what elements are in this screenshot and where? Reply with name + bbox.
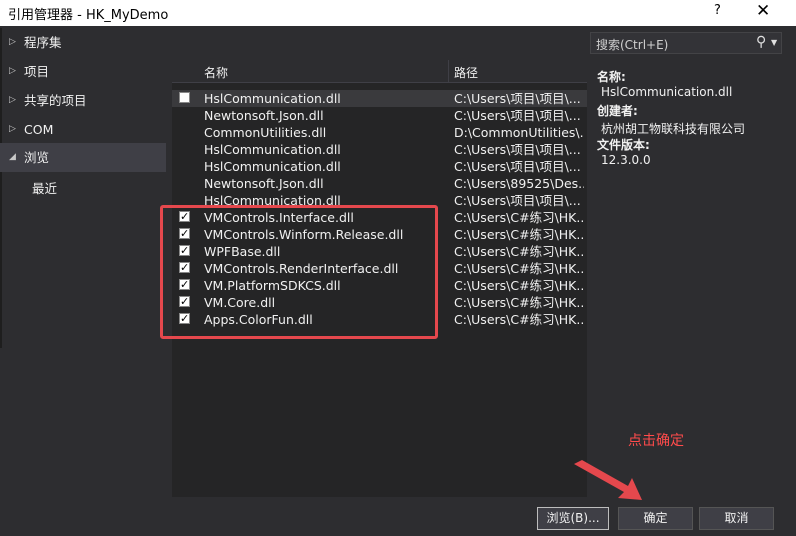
column-divider[interactable] bbox=[448, 60, 449, 82]
nav-item-assemblies[interactable]: ▷ 程序集 bbox=[0, 28, 166, 57]
row-checkbox[interactable] bbox=[179, 92, 190, 103]
row-path: C:\Users\C#练习\HK... bbox=[454, 278, 584, 293]
title-bar: 引用管理器 - HK_MyDemo ? ✕ bbox=[0, 0, 796, 26]
row-path: C:\Users\C#练习\HK... bbox=[454, 295, 584, 310]
list-item[interactable]: CommonUtilities.dll D:\CommonUtilities\..… bbox=[172, 124, 587, 141]
left-nav: ▷ 程序集 ▷ 项目 ▷ 共享的项目 ▷ COM ◢ 浏览 最近 bbox=[0, 28, 166, 498]
nav-item-label: 共享的项目 bbox=[24, 93, 87, 108]
row-path: C:\Users\C#练习\HK... bbox=[454, 227, 584, 242]
nav-item-projects[interactable]: ▷ 项目 bbox=[0, 57, 166, 86]
nav-item-com[interactable]: ▷ COM bbox=[0, 115, 166, 144]
search-icon[interactable]: ⚲ bbox=[756, 34, 766, 50]
row-path: C:\Users\项目\项目\... bbox=[454, 142, 581, 157]
version-label: 文件版本: bbox=[597, 138, 650, 152]
highlight-box bbox=[160, 205, 438, 339]
name-label: 名称: bbox=[597, 70, 626, 84]
row-path: D:\CommonUtilities\... bbox=[454, 125, 584, 140]
row-path: C:\Users\89525\Des... bbox=[454, 176, 584, 191]
nav-item-browse[interactable]: ◢ 浏览 bbox=[0, 143, 166, 172]
column-header-name[interactable]: 名称 bbox=[204, 64, 228, 81]
nav-item-recent[interactable]: 最近 bbox=[0, 174, 166, 203]
expand-arrow-icon: ▷ bbox=[9, 37, 16, 47]
nav-item-label: 浏览 bbox=[24, 150, 50, 165]
row-path: C:\Users\项目\项目\... bbox=[454, 159, 581, 174]
nav-item-label: 程序集 bbox=[24, 35, 62, 50]
list-item[interactable]: HslCommunication.dll C:\Users\项目\项目\... bbox=[172, 141, 587, 158]
list-header: 名称 路径 bbox=[172, 60, 587, 83]
row-path: C:\Users\C#练习\HK... bbox=[454, 244, 584, 259]
cancel-button[interactable]: 取消 bbox=[699, 507, 774, 530]
version-value: 12.3.0.0 bbox=[601, 153, 651, 167]
row-path: C:\Users\项目\项目\... bbox=[454, 193, 581, 208]
ok-button[interactable]: 确定 bbox=[618, 507, 693, 530]
creator-label: 创建者: bbox=[597, 104, 638, 118]
row-name: HslCommunication.dll bbox=[204, 91, 341, 106]
collapse-arrow-icon: ◢ bbox=[9, 152, 16, 162]
nav-item-shared-projects[interactable]: ▷ 共享的项目 bbox=[0, 86, 166, 115]
row-path: C:\Users\C#练习\HK... bbox=[454, 312, 584, 327]
row-path: C:\Users\C#练习\HK... bbox=[454, 210, 584, 225]
row-name: Newtonsoft.Json.dll bbox=[204, 108, 324, 123]
creator-value: 杭州胡工物联科技有限公司 bbox=[601, 122, 746, 136]
dropdown-arrow-icon[interactable]: ▼ bbox=[771, 38, 777, 47]
list-item[interactable]: Newtonsoft.Json.dll C:\Users\89525\Des... bbox=[172, 175, 587, 192]
expand-arrow-icon: ▷ bbox=[9, 124, 16, 134]
list-item[interactable]: Newtonsoft.Json.dll C:\Users\项目\项目\... bbox=[172, 107, 587, 124]
list-item[interactable]: HslCommunication.dll C:\Users\项目\项目\... bbox=[172, 158, 587, 175]
column-header-path[interactable]: 路径 bbox=[454, 64, 478, 81]
search-input[interactable]: 搜索(Ctrl+E) ⚲ ▼ bbox=[590, 32, 782, 54]
nav-item-label: 最近 bbox=[32, 181, 58, 196]
annotation-text: 点击确定 bbox=[628, 433, 684, 449]
nav-item-label: COM bbox=[24, 122, 54, 137]
browse-button[interactable]: 浏览(B)... bbox=[537, 507, 609, 530]
window-title: 引用管理器 - HK_MyDemo bbox=[8, 8, 169, 23]
row-name: HslCommunication.dll bbox=[204, 142, 341, 157]
row-name: Newtonsoft.Json.dll bbox=[204, 176, 324, 191]
help-button[interactable]: ? bbox=[714, 3, 721, 18]
row-path: C:\Users\C#练习\HK... bbox=[454, 261, 584, 276]
expand-arrow-icon: ▷ bbox=[9, 66, 16, 76]
close-button[interactable]: ✕ bbox=[756, 1, 770, 21]
row-path: C:\Users\项目\项目\... bbox=[454, 91, 581, 106]
list-item[interactable]: HslCommunication.dll C:\Users\项目\项目\... bbox=[172, 90, 587, 107]
expand-arrow-icon: ▷ bbox=[9, 95, 16, 105]
name-value: HslCommunication.dll bbox=[601, 85, 733, 99]
row-path: C:\Users\项目\项目\... bbox=[454, 108, 581, 123]
search-placeholder: 搜索(Ctrl+E) bbox=[596, 38, 669, 52]
row-name: HslCommunication.dll bbox=[204, 159, 341, 174]
nav-item-label: 项目 bbox=[24, 64, 50, 79]
row-name: CommonUtilities.dll bbox=[204, 125, 327, 140]
